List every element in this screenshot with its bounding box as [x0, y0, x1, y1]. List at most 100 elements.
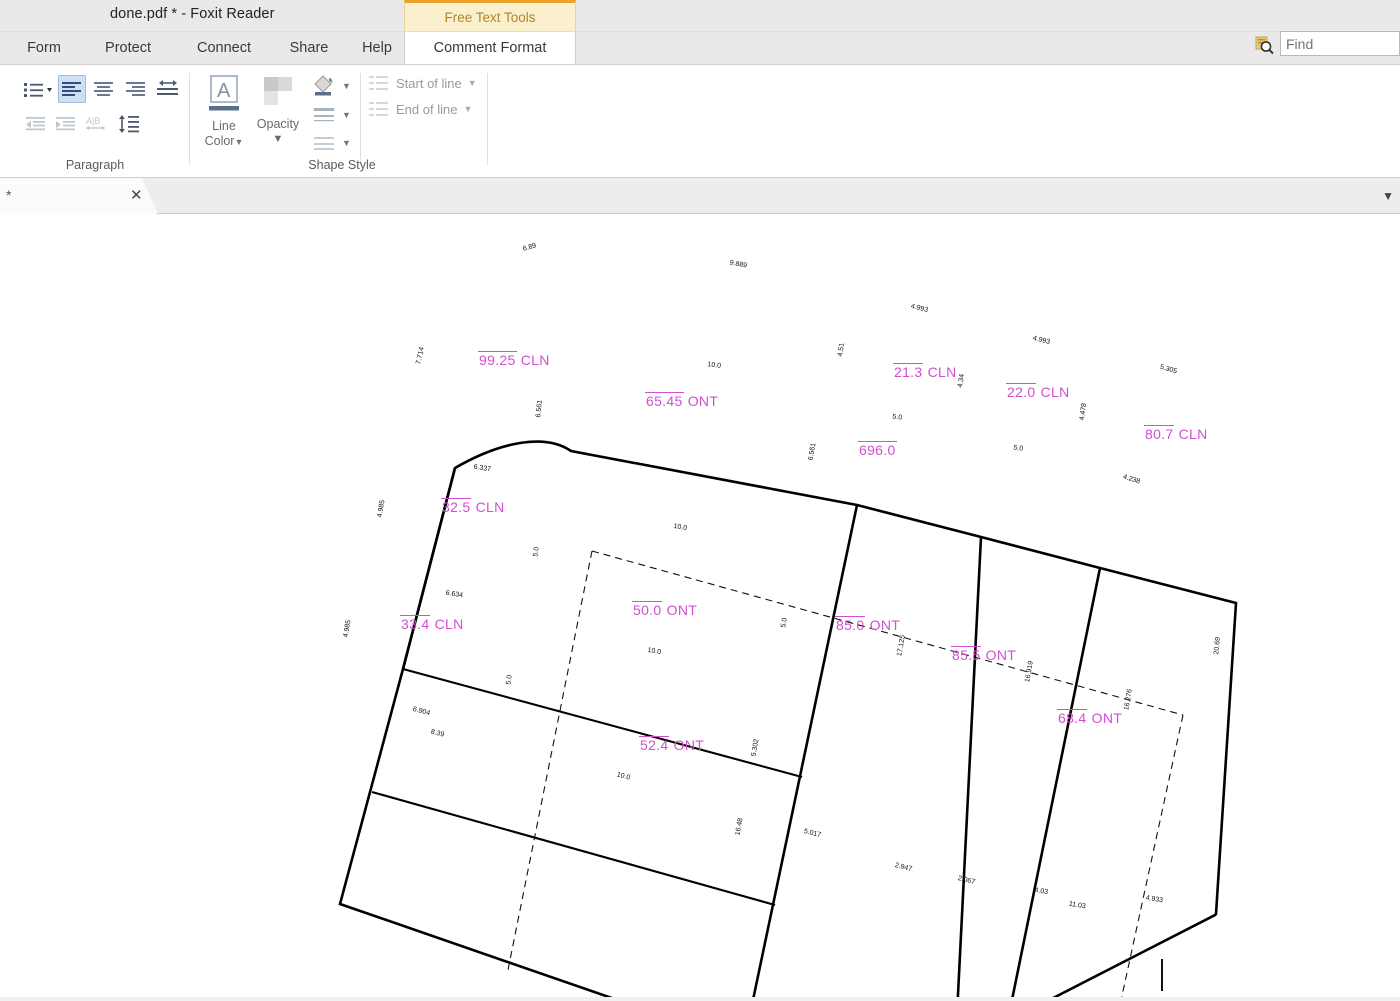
chevron-down-icon[interactable]: ▼ [250, 132, 306, 147]
line-color-button[interactable]: A Line Color▼ [196, 73, 252, 150]
dimension-label: 5.0 [532, 546, 540, 557]
align-right-icon[interactable] [122, 75, 150, 103]
pdf-page-canvas[interactable]: 6.89 9.889 4.993 4.993 5.305 7.714 4.51 4.34 4.4… [0, 215, 1400, 1001]
chevron-down-icon[interactable]: ▼ [342, 110, 351, 120]
svg-text:A: A [217, 80, 231, 102]
parcel-22-0-cln: 22.0 CLN [1006, 383, 1070, 400]
setback-dashed-line-right [1120, 714, 1184, 1001]
decrease-indent-icon[interactable] [22, 110, 50, 138]
parcel-52-4-ont: 52.4 ONT [639, 736, 705, 753]
end-of-line-label: End of line [396, 101, 458, 117]
start-of-line-button[interactable]: Start of line ▼ [368, 73, 477, 93]
parcel-area-value: 85.5 [951, 646, 982, 663]
parcel-area-suffix: ONT [683, 393, 719, 409]
align-justify-icon[interactable] [154, 75, 182, 103]
end-of-line-button[interactable]: End of line ▼ [368, 99, 472, 119]
align-left-icon[interactable] [58, 75, 86, 103]
ribbon: A|B Paragraph A Line Color▼ Opacity ▼ ▼ … [0, 65, 1400, 178]
ribbon-inner-divider [360, 73, 361, 165]
parcel-area-suffix: ONT [981, 647, 1017, 663]
parcel-area-value: 68.4 [1057, 709, 1088, 726]
dimension-label: 9.889 [729, 259, 748, 269]
chevron-down-icon[interactable]: ▼ [342, 138, 351, 148]
dimension-label: 6.634 [445, 590, 464, 600]
setback-dashed-line-left [507, 550, 593, 971]
parcel-33-4-cln: 33.4 CLN [400, 615, 464, 632]
parcel-32-5-cln: 32.5 CLN [441, 498, 505, 515]
dimension-label: 4.985 [343, 619, 353, 638]
parcel-area-value: 32.5 [441, 498, 472, 515]
parcel-68-4-ont: 68.4 ONT [1057, 709, 1123, 726]
dimension-label: 4.51 [837, 342, 846, 357]
close-icon[interactable]: ✕ [130, 186, 143, 204]
dimension-label: 16.48 [735, 817, 745, 836]
parcel-area-suffix: CLN [516, 352, 550, 368]
dimension-label: 6.89 [522, 242, 537, 253]
dimension-label: 5.0 [505, 674, 513, 685]
contextual-tab-free-text-tools[interactable]: Free Text Tools [404, 0, 576, 31]
chevron-down-icon[interactable]: ▼ [463, 104, 472, 114]
fill-color-icon[interactable] [310, 73, 340, 99]
chevron-down-icon[interactable]: ▼ [234, 137, 243, 147]
ribbon-tab-strip: Form Protect Connect Share Help Comment … [0, 32, 1400, 65]
align-center-icon[interactable] [90, 75, 118, 103]
text-direction-icon[interactable]: A|B [82, 110, 110, 138]
parcel-area-suffix: CLN [1036, 384, 1070, 400]
tab-protect[interactable]: Protect [90, 32, 166, 65]
dimension-label: 4.933 [1145, 895, 1164, 905]
line-width-icon[interactable] [310, 103, 340, 127]
dimension-label: 5.017 [803, 828, 822, 839]
ribbon-group-shape-style: A Line Color▼ Opacity ▼ ▼ ▼ ▼ Start of l… [192, 65, 488, 178]
dimension-label: 11.03 [1068, 901, 1086, 911]
start-of-line-label: Start of line [396, 75, 462, 91]
dimension-label: 17.125 [896, 634, 907, 656]
find-input[interactable] [1280, 31, 1400, 56]
parcel-area-suffix: CLN [1174, 426, 1208, 442]
search-icon[interactable] [1255, 35, 1275, 55]
text-cursor [1161, 959, 1163, 991]
dimension-labels: 6.89 9.889 4.993 4.993 5.305 7.714 4.51 4.34 4.4… [343, 242, 1222, 910]
dimension-label: 6.561 [808, 442, 818, 461]
dimension-label: 16.919 [1024, 660, 1035, 682]
chevron-down-icon[interactable]: ▼ [342, 81, 351, 91]
parcel-area-suffix: ONT [669, 737, 705, 753]
internal-split-vertical-1 [751, 504, 859, 1001]
parcel-area-value: 33.4 [400, 615, 431, 632]
tab-form[interactable]: Form [16, 32, 72, 65]
tab-share[interactable]: Share [280, 32, 338, 65]
tab-comment-format[interactable]: Comment Format [404, 32, 576, 65]
parcel-99-25-cln: 99.25 CLN [478, 351, 550, 368]
document-tab[interactable]: * ✕ [0, 178, 158, 214]
parcel-area-suffix: ONT [1087, 710, 1123, 726]
internal-split-left-2 [371, 790, 776, 907]
parcel-85-5-ont: 85.5 ONT [951, 646, 1017, 663]
line-color-label-color: Color▼ [204, 134, 244, 148]
chevron-down-icon[interactable]: ▼ [468, 78, 477, 88]
bullet-list-icon[interactable] [22, 77, 54, 103]
dimension-label: 4.985 [377, 499, 387, 518]
ribbon-group-divider [189, 73, 190, 165]
dimension-label: 5.302 [751, 738, 761, 757]
tab-help[interactable]: Help [352, 32, 402, 65]
ribbon-group-paragraph-label: Paragraph [65, 158, 125, 172]
tab-connect[interactable]: Connect [184, 32, 264, 65]
parcel-21-3-cln: 21.3 CLN [893, 363, 957, 380]
line-style-icon[interactable] [310, 131, 340, 155]
dimension-label: 7.714 [415, 346, 426, 365]
dimension-label: 2.947 [894, 862, 913, 873]
ribbon-group-shape-style-label: Shape Style [308, 158, 376, 172]
chevron-down-icon[interactable]: ▼ [1382, 189, 1394, 203]
parcel-area-suffix: ONT [865, 617, 901, 633]
dimension-label: 4.478 [1079, 403, 1088, 421]
internal-split-vertical-3 [1010, 567, 1102, 1001]
dimension-label: 16.276 [1123, 688, 1134, 710]
increase-indent-icon[interactable] [52, 110, 80, 138]
parcel-area-value: 65.45 [645, 392, 684, 409]
parcel-area-suffix: CLN [430, 616, 464, 632]
dimension-label: 10.0 [673, 523, 688, 532]
find-area [1255, 31, 1400, 59]
opacity-button[interactable]: Opacity ▼ [250, 73, 306, 147]
dimension-label: 5.0 [780, 617, 789, 628]
parcel-area-value: 50.0 [632, 601, 663, 618]
line-spacing-icon[interactable] [115, 110, 143, 138]
